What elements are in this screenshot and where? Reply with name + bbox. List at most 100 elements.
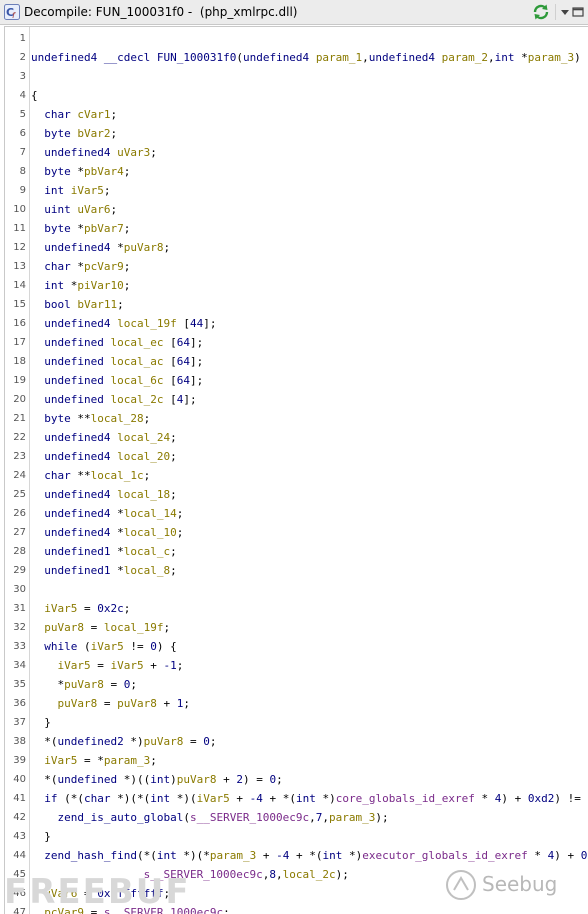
code-line[interactable]: 6 byte bVar2; bbox=[5, 124, 588, 143]
code-line[interactable]: 2 undefined4 __cdecl FUN_100031f0(undefin… bbox=[5, 48, 588, 67]
code-line[interactable]: 37 } bbox=[5, 713, 588, 732]
code-token: ( bbox=[83, 640, 91, 653]
code-text: zend_is_auto_global(s__SERVER_1000ec9c,7… bbox=[31, 808, 388, 827]
line-number: 8 bbox=[19, 166, 26, 177]
code-token: ; bbox=[170, 545, 177, 558]
code-line[interactable]: 9 int iVar5; bbox=[5, 181, 588, 200]
code-text: int *piVar10; bbox=[31, 276, 130, 295]
code-token: *)( bbox=[176, 792, 197, 805]
code-line[interactable]: 40 *(undefined *)((int)puVar8 + 2) = 0; bbox=[5, 770, 588, 789]
code-text: iVar5 = *param_3; bbox=[31, 751, 157, 770]
line-number: 6 bbox=[19, 128, 26, 139]
code-token: { bbox=[31, 89, 38, 102]
code-token: , bbox=[309, 811, 316, 824]
code-token: undefined2 bbox=[57, 735, 131, 748]
code-line[interactable]: 39 iVar5 = *param_3; bbox=[5, 751, 588, 770]
code-line[interactable]: 38 *(undefined2 *)puVar8 = 0; bbox=[5, 732, 588, 751]
code-token: * bbox=[117, 564, 124, 577]
decompiler-code-view[interactable]: 1 2 undefined4 __cdecl FUN_100031f0(undefi… bbox=[4, 26, 588, 914]
refresh-icon[interactable] bbox=[531, 3, 551, 21]
line-number: 32 bbox=[13, 622, 26, 633]
line-number: 14 bbox=[13, 280, 26, 291]
code-line[interactable]: 36 puVar8 = puVar8 + 1; bbox=[5, 694, 588, 713]
code-line[interactable]: 31 iVar5 = 0x2c; bbox=[5, 599, 588, 618]
code-line[interactable]: 34 iVar5 = iVar5 + -1; bbox=[5, 656, 588, 675]
code-token: ) bbox=[574, 51, 581, 64]
line-number: 34 bbox=[13, 660, 26, 671]
code-token: ; bbox=[176, 659, 184, 672]
seebug-watermark: Seebug bbox=[444, 868, 584, 904]
code-line[interactable]: 41 if (*(char *)(*(int *)(iVar5 + -4 + *… bbox=[5, 789, 588, 808]
code-line[interactable]: 19 undefined local_6c [64]; bbox=[5, 371, 588, 390]
code-line[interactable]: 24 char **local_1c; bbox=[5, 466, 588, 485]
code-token: 0xd2 bbox=[527, 792, 555, 805]
code-line[interactable]: 44 zend_hash_find(*(int *)(*param_3 + -4… bbox=[5, 846, 588, 865]
window-title: Decompile: FUN_100031f0 - (php_xmlrpc.dl… bbox=[24, 5, 298, 19]
code-line[interactable]: 21 byte **local_28; bbox=[5, 409, 588, 428]
code-line[interactable]: 1 bbox=[5, 29, 588, 48]
code-token: = bbox=[83, 621, 104, 634]
code-line[interactable]: 7 undefined4 uVar3; bbox=[5, 143, 588, 162]
code-line[interactable]: 13 char *pcVar9; bbox=[5, 257, 588, 276]
code-token: ; bbox=[183, 697, 190, 710]
code-token: undefined bbox=[31, 336, 111, 349]
code-line[interactable]: 30 bbox=[5, 580, 588, 599]
code-line[interactable]: 22 undefined4 local_24; bbox=[5, 428, 588, 447]
code-token: piVar10 bbox=[77, 279, 124, 292]
code-token: != bbox=[123, 640, 151, 653]
line-number: 37 bbox=[13, 717, 26, 728]
code-token: local_19f bbox=[103, 621, 164, 634]
code-token: * bbox=[117, 241, 124, 254]
code-line[interactable]: 23 undefined4 local_20; bbox=[5, 447, 588, 466]
code-token: local_18 bbox=[117, 488, 171, 501]
code-token: = bbox=[97, 697, 118, 710]
code-line[interactable]: 32 puVar8 = local_19f; bbox=[5, 618, 588, 637]
code-line[interactable]: 15 bool bVar11; bbox=[5, 295, 588, 314]
code-token: local_2c bbox=[282, 868, 336, 881]
code-token: + *( bbox=[289, 849, 323, 862]
code-line[interactable]: 43 } bbox=[5, 827, 588, 846]
code-token: ; bbox=[170, 431, 177, 444]
code-line[interactable]: 20 undefined local_2c [4]; bbox=[5, 390, 588, 409]
code-text: char **local_1c; bbox=[31, 466, 150, 485]
code-token: cVar1 bbox=[77, 108, 111, 121]
code-line[interactable]: 3 bbox=[5, 67, 588, 86]
code-text: byte bVar2; bbox=[31, 124, 117, 143]
code-token: ** bbox=[77, 412, 91, 425]
line-number: 20 bbox=[13, 394, 26, 405]
code-line[interactable]: 28 undefined1 *local_c; bbox=[5, 542, 588, 561]
code-line[interactable]: 17 undefined local_ec [64]; bbox=[5, 333, 588, 352]
code-line[interactable]: 29 undefined1 *local_8; bbox=[5, 561, 588, 580]
maximize-icon[interactable] bbox=[570, 4, 586, 20]
code-line[interactable]: 33 while (iVar5 != 0) { bbox=[5, 637, 588, 656]
code-token: 0 bbox=[203, 735, 210, 748]
code-line[interactable]: 10 uint uVar6; bbox=[5, 200, 588, 219]
code-line[interactable]: 26 undefined4 *local_14; bbox=[5, 504, 588, 523]
line-number: 22 bbox=[13, 432, 26, 443]
code-token: pcVar9 bbox=[83, 260, 124, 273]
code-line[interactable]: 11 byte *pbVar7; bbox=[5, 219, 588, 238]
code-line[interactable]: 5 char cVar1; bbox=[5, 105, 588, 124]
code-text: iVar5 = iVar5 + -1; bbox=[31, 656, 183, 675]
code-token: *)(* bbox=[183, 849, 210, 862]
code-token: undefined4 bbox=[31, 488, 118, 501]
code-line[interactable]: 12 undefined4 *puVar8; bbox=[5, 238, 588, 257]
code-line[interactable]: 4{ bbox=[5, 86, 588, 105]
code-text: char *pcVar9; bbox=[31, 257, 130, 276]
code-token: puVar8 bbox=[176, 773, 217, 786]
code-line[interactable]: 18 undefined local_ac [64]; bbox=[5, 352, 588, 371]
code-line[interactable]: 42 zend_is_auto_global(s__SERVER_1000ec9… bbox=[5, 808, 588, 827]
code-line[interactable]: 27 undefined4 *local_10; bbox=[5, 523, 588, 542]
code-text: *(undefined2 *)puVar8 = 0; bbox=[31, 732, 216, 751]
code-line[interactable]: 35 *puVar8 = 0; bbox=[5, 675, 588, 694]
code-token: *)(( bbox=[123, 773, 151, 786]
code-line[interactable]: 25 undefined4 local_18; bbox=[5, 485, 588, 504]
code-token: ; bbox=[170, 564, 177, 577]
code-text: char cVar1; bbox=[31, 105, 117, 124]
code-token: undefined4 bbox=[31, 526, 118, 539]
code-token: iVar5 bbox=[31, 659, 91, 672]
code-line[interactable]: 16 undefined4 local_19f [44]; bbox=[5, 314, 588, 333]
code-token: char bbox=[31, 469, 78, 482]
code-line[interactable]: 14 int *piVar10; bbox=[5, 276, 588, 295]
code-line[interactable]: 8 byte *pbVar4; bbox=[5, 162, 588, 181]
